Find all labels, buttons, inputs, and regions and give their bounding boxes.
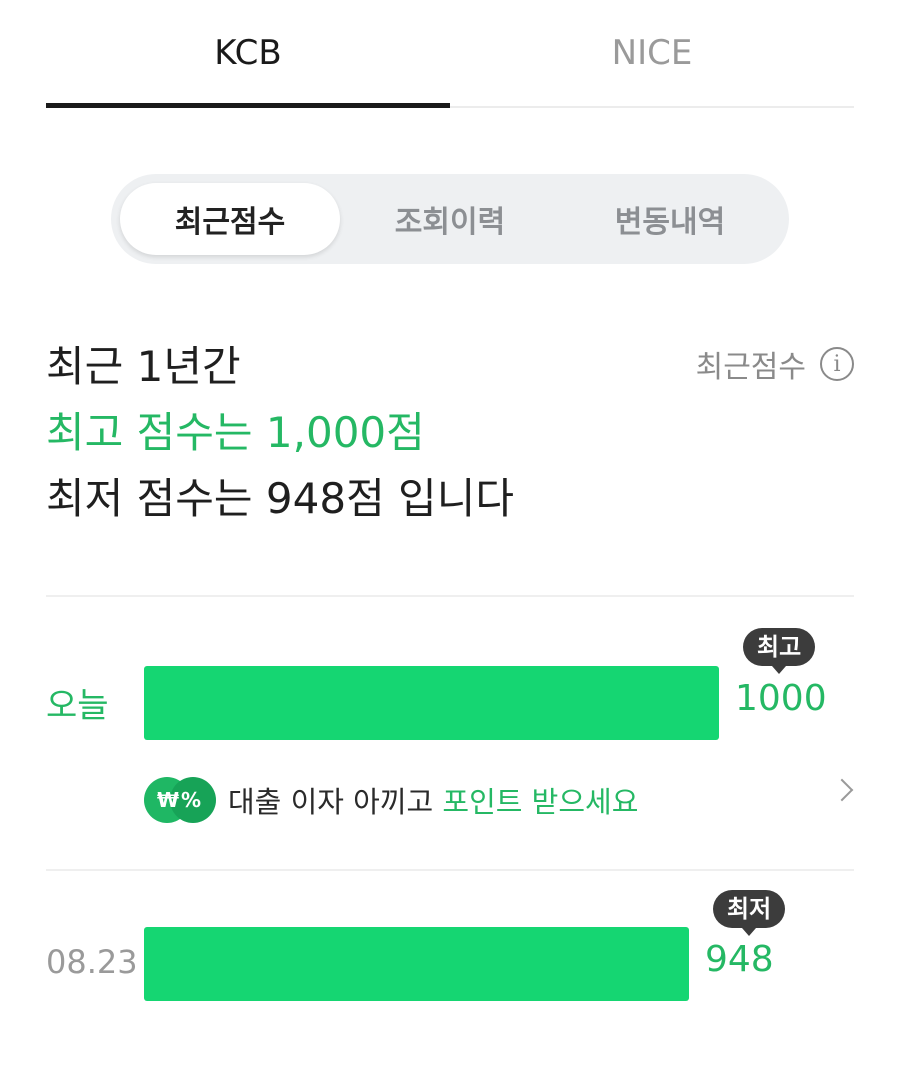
summary-highest: 최고 점수는 1,000점 <box>46 408 425 457</box>
promo-icon-symbols: ₩% <box>156 788 204 812</box>
segment-recent-score[interactable]: 최근점수 <box>120 183 340 255</box>
loan-promo-link[interactable]: ₩% 대출 이자 아끼고 포인트 받으세요 <box>144 772 854 828</box>
score-value-today: 1000 <box>735 678 827 719</box>
won-percent-coins-icon: ₩% <box>144 777 216 823</box>
recent-score-info-label: 최근점수 <box>695 350 806 385</box>
promo-text-highlight: 포인트 받으세요 <box>442 785 639 819</box>
recent-score-info-button[interactable]: 최근점수 i <box>696 342 854 386</box>
score-bar-today <box>144 666 719 740</box>
tab-kcb[interactable]: KCB <box>46 0 450 108</box>
segment-change-history[interactable]: 변동내역 <box>560 183 780 255</box>
summary-lowest: 최저 점수는 948점 입니다 <box>46 474 514 523</box>
lowest-badge: 최저 <box>713 890 786 936</box>
divider <box>46 869 854 871</box>
top-tab-bar: KCB NICE <box>46 0 854 108</box>
row-label-today: 오늘 <box>46 686 109 726</box>
segment-inquiry-history[interactable]: 조회이력 <box>340 183 560 255</box>
promo-text-prefix: 대출 이자 아끼고 <box>228 785 443 819</box>
score-value-date: 948 <box>705 939 774 980</box>
highest-badge: 최고 <box>743 628 816 674</box>
row-label-date: 08.23 <box>46 943 138 981</box>
summary-period: 최근 1년간 <box>46 342 241 391</box>
promo-text: 대출 이자 아끼고 포인트 받으세요 <box>228 779 638 821</box>
segmented-control: 최근점수 조회이력 변동내역 <box>111 174 789 264</box>
score-summary: 최근 1년간 최고 점수는 1,000점 최저 점수는 948점 입니다 <box>46 334 514 532</box>
info-icon[interactable]: i <box>820 347 854 381</box>
divider <box>46 595 854 597</box>
tab-nice[interactable]: NICE <box>450 0 854 106</box>
chevron-right-icon <box>830 778 854 802</box>
score-bar-date <box>144 927 689 1001</box>
